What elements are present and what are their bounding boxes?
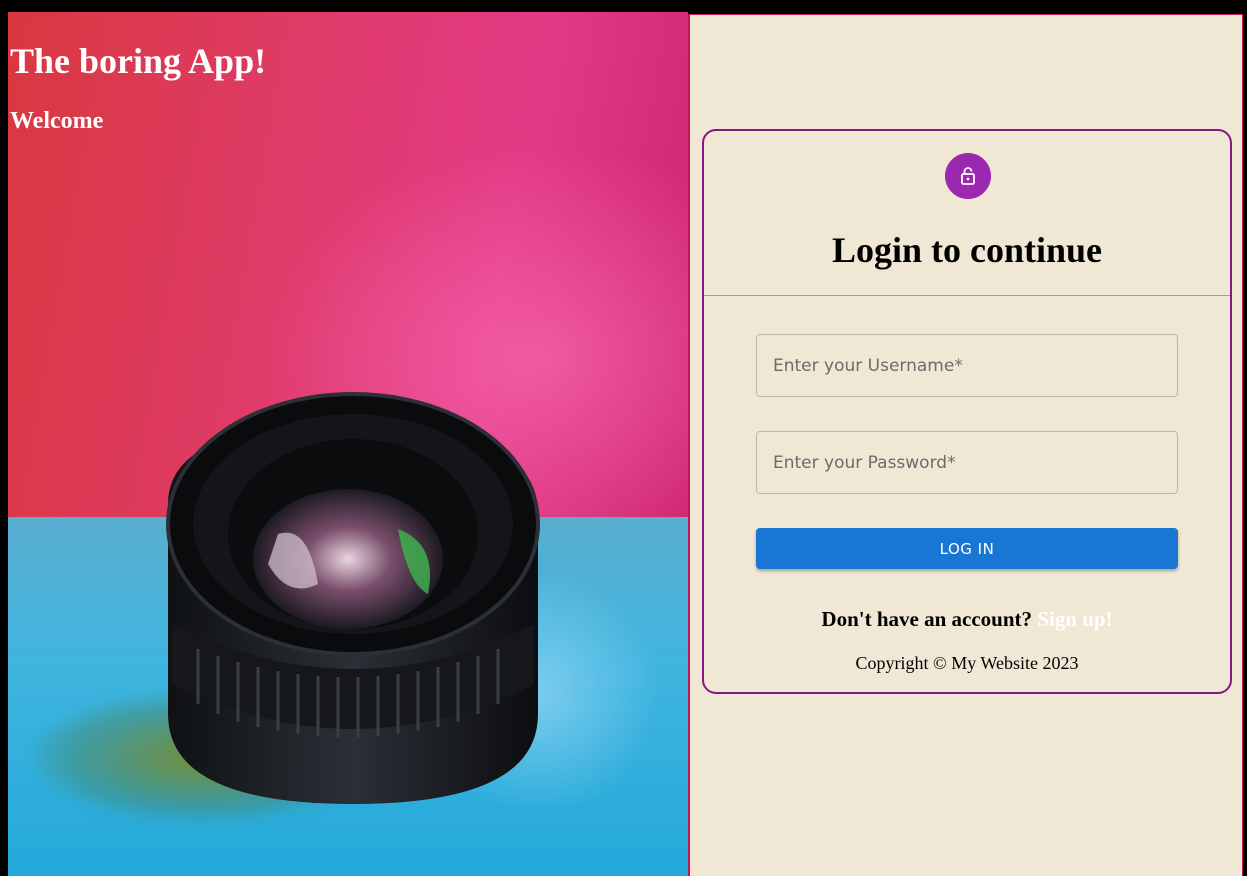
login-card: Login to continue LOG IN Don't have an a… [702,129,1232,694]
lock-open-icon [945,153,991,199]
card-divider [704,295,1230,296]
signup-link[interactable]: Sign up! [1037,607,1112,631]
copyright-text: Copyright © My Website 2023 [855,653,1079,673]
login-button[interactable]: LOG IN [756,528,1178,569]
login-heading: Login to continue [831,230,1103,270]
password-input[interactable] [756,431,1178,494]
signup-prompt: Don't have an account? [821,607,1033,631]
hero-subtitle: Welcome [10,108,104,134]
hero-panel: The boring App! Welcome [8,12,688,876]
camera-lens-image [166,392,540,804]
username-input[interactable] [756,334,1178,397]
hero-title: The boring App! [10,41,267,81]
signup-row: Don't have an account? Sign up! [704,607,1230,632]
login-panel: Login to continue LOG IN Don't have an a… [688,14,1243,876]
app-frame: The boring App! Welcome Login to continu… [0,0,1247,876]
